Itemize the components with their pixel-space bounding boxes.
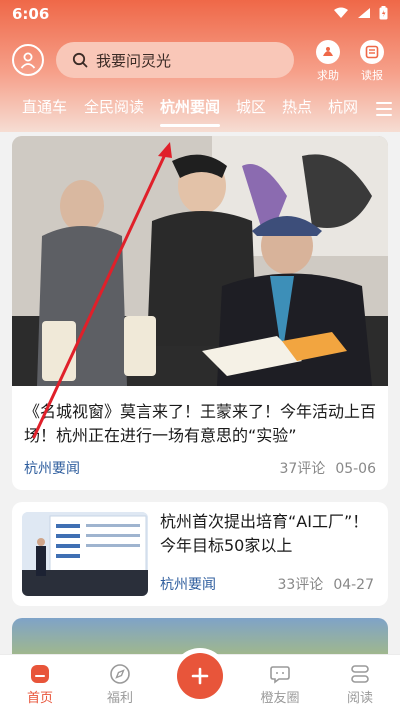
search-placeholder: 我要问灵光	[96, 51, 172, 70]
news-photo	[12, 136, 388, 386]
news-category-tag[interactable]: 杭州要闻	[160, 574, 216, 594]
help-button[interactable]: 求助	[308, 40, 348, 83]
home-icon	[31, 665, 49, 683]
news-card[interactable]	[12, 618, 388, 654]
tab-district[interactable]: 城区	[236, 96, 266, 117]
nav-home-label: 首页	[26, 691, 53, 706]
news-card[interactable]: 《名城视窗》莫言来了！王蒙来了！今年活动上百场！杭州正在进行一场有意思的“实验”…	[12, 136, 388, 490]
news-thumbnail	[22, 512, 148, 596]
comment-count: 33评论	[277, 577, 324, 593]
help-icon	[316, 40, 340, 64]
news-meta: 37评论 05-06	[279, 458, 376, 478]
nav-community-label: 橙友圈	[260, 691, 300, 706]
tab-direct[interactable]: 直通车	[22, 96, 67, 117]
search-input[interactable]: 我要问灵光	[56, 42, 294, 78]
news-title: 《名城视窗》莫言来了！王蒙来了！今年活动上百场！杭州正在进行一场有意思的“实验”	[24, 402, 377, 445]
nav-community[interactable]: 橙友圈	[250, 661, 310, 706]
battery-icon	[379, 6, 388, 20]
tab-hangzhou-news[interactable]: 杭州要闻	[160, 96, 220, 117]
bottom-nav: 首页 福利 橙友圈 阅读	[0, 653, 400, 710]
channel-tabs: 直通车 全民阅读 杭州要闻 城区 热点 杭网	[0, 96, 400, 128]
help-label: 求助	[317, 69, 339, 82]
nav-reading-label: 阅读	[346, 691, 373, 706]
news-date: 04-27	[333, 577, 374, 593]
user-icon	[20, 52, 36, 69]
tab-reading[interactable]: 全民阅读	[84, 96, 144, 117]
profile-button[interactable]	[12, 44, 44, 76]
news-photo	[12, 618, 388, 654]
app-header: 6:06 我要问灵光 求助 读报 直通车 全民阅读 杭州要闻 城区 热点 杭网	[0, 0, 400, 132]
signal-icon	[358, 8, 370, 18]
comment-count: 37评论	[279, 461, 326, 477]
nav-welfare-label: 福利	[106, 691, 133, 706]
wifi-icon	[334, 7, 348, 18]
news-meta: 33评论 04-27	[277, 574, 374, 594]
nav-home[interactable]: 首页	[10, 661, 70, 706]
post-button[interactable]	[177, 653, 223, 699]
news-category-tag[interactable]: 杭州要闻	[24, 458, 80, 478]
reading-icon	[351, 665, 369, 683]
tab-hangwang[interactable]: 杭网	[328, 96, 358, 117]
search-icon	[72, 52, 88, 68]
nav-welfare[interactable]: 福利	[90, 661, 150, 706]
news-card[interactable]: 杭州首次提出培育“AI工厂”！今年目标50家以上 杭州要闻 33评论 04-27	[12, 502, 388, 606]
news-title: 杭州首次提出培育“AI工厂”！今年目标50家以上	[160, 512, 369, 555]
read-newspaper-button[interactable]: 读报	[352, 40, 392, 83]
newspaper-icon	[360, 40, 384, 64]
read-newspaper-label: 读报	[361, 69, 383, 82]
status-bar: 6:06	[0, 0, 400, 30]
channel-menu-icon[interactable]	[376, 102, 392, 120]
tab-hot[interactable]: 热点	[282, 96, 312, 117]
chat-icon	[270, 666, 290, 684]
plus-icon	[191, 667, 209, 685]
nav-reading[interactable]: 阅读	[330, 661, 390, 706]
news-feed: 《名城视窗》莫言来了！王蒙来了！今年活动上百场！杭州正在进行一场有意思的“实验”…	[0, 132, 400, 654]
compass-icon	[110, 664, 130, 684]
active-tab-indicator	[160, 124, 220, 127]
news-date: 05-06	[335, 461, 376, 477]
status-time: 6:06	[12, 5, 50, 23]
